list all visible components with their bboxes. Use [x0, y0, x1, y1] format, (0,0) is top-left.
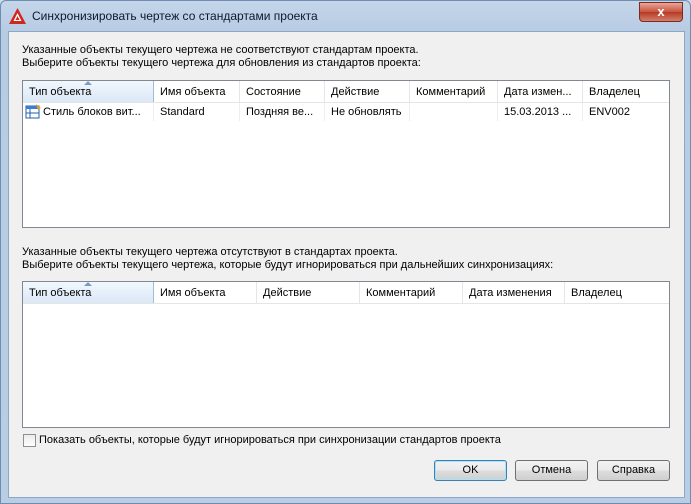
- table-row[interactable]: Стиль блоков вит... Standard Поздняя ве.…: [23, 103, 669, 121]
- cancel-button[interactable]: Отмена: [515, 460, 588, 481]
- nonstandard-objects-list[interactable]: Тип объекта Имя объекта Состояние Действ…: [22, 80, 670, 228]
- missing-objects-list[interactable]: Тип объекта Имя объекта Действие Коммент…: [22, 281, 670, 428]
- cell-action[interactable]: Не обновлять: [325, 103, 410, 121]
- sort-ascending-icon: [84, 81, 92, 85]
- title-bar[interactable]: Синхронизировать чертеж со стандартами п…: [1, 1, 690, 31]
- autocad-logo-icon: [9, 8, 26, 24]
- dialog-window: Синхронизировать чертеж со стандартами п…: [0, 0, 691, 504]
- cell-object-name: Standard: [154, 103, 240, 121]
- cell-owner: ENV002: [589, 106, 630, 118]
- ok-button[interactable]: OK: [434, 460, 507, 481]
- list-header: Тип объекта Имя объекта Действие Коммент…: [23, 282, 669, 304]
- close-button[interactable]: x: [639, 2, 683, 22]
- column-owner[interactable]: Владелец: [565, 282, 669, 303]
- column-action[interactable]: Действие: [257, 282, 360, 303]
- cell-comment: [410, 103, 498, 121]
- column-owner[interactable]: Владелец: [583, 81, 669, 102]
- column-object-type[interactable]: Тип объекта: [23, 81, 154, 102]
- column-action[interactable]: Действие: [325, 81, 410, 102]
- show-ignored-label[interactable]: Показать объекты, которые будут игнориро…: [39, 434, 501, 447]
- sort-ascending-icon: [84, 282, 92, 286]
- show-ignored-checkbox[interactable]: [23, 434, 36, 447]
- cell-state: Поздняя ве...: [240, 103, 325, 121]
- column-comment[interactable]: Комментарий: [410, 81, 498, 102]
- column-date-modified[interactable]: Дата изменения: [463, 282, 565, 303]
- section2-description: Указанные объекты текущего чертежа отсут…: [22, 246, 398, 258]
- section1-instruction: Выберите объекты текущего чертежа для об…: [22, 57, 421, 69]
- list-header: Тип объекта Имя объекта Состояние Действ…: [23, 81, 669, 103]
- column-comment[interactable]: Комментарий: [360, 282, 463, 303]
- column-date-modified[interactable]: Дата измен...: [498, 81, 583, 102]
- close-icon: x: [657, 4, 665, 19]
- section2-instruction: Выберите объекты текущего чертежа, котор…: [22, 259, 554, 271]
- window-title: Синхронизировать чертеж со стандартами п…: [32, 9, 318, 23]
- cell-date: 15.03.2013 ...: [498, 103, 583, 121]
- table-style-icon: [25, 104, 41, 119]
- column-object-name[interactable]: Имя объекта: [154, 81, 240, 102]
- cell-object-type: Стиль блоков вит...: [23, 103, 154, 121]
- dialog-client-area: Указанные объекты текущего чертежа не со…: [8, 31, 685, 498]
- section1-description: Указанные объекты текущего чертежа не со…: [22, 44, 419, 56]
- column-state[interactable]: Состояние: [240, 81, 325, 102]
- help-button[interactable]: Справка: [597, 460, 670, 481]
- column-object-type[interactable]: Тип объекта: [23, 282, 154, 303]
- column-object-name[interactable]: Имя объекта: [154, 282, 257, 303]
